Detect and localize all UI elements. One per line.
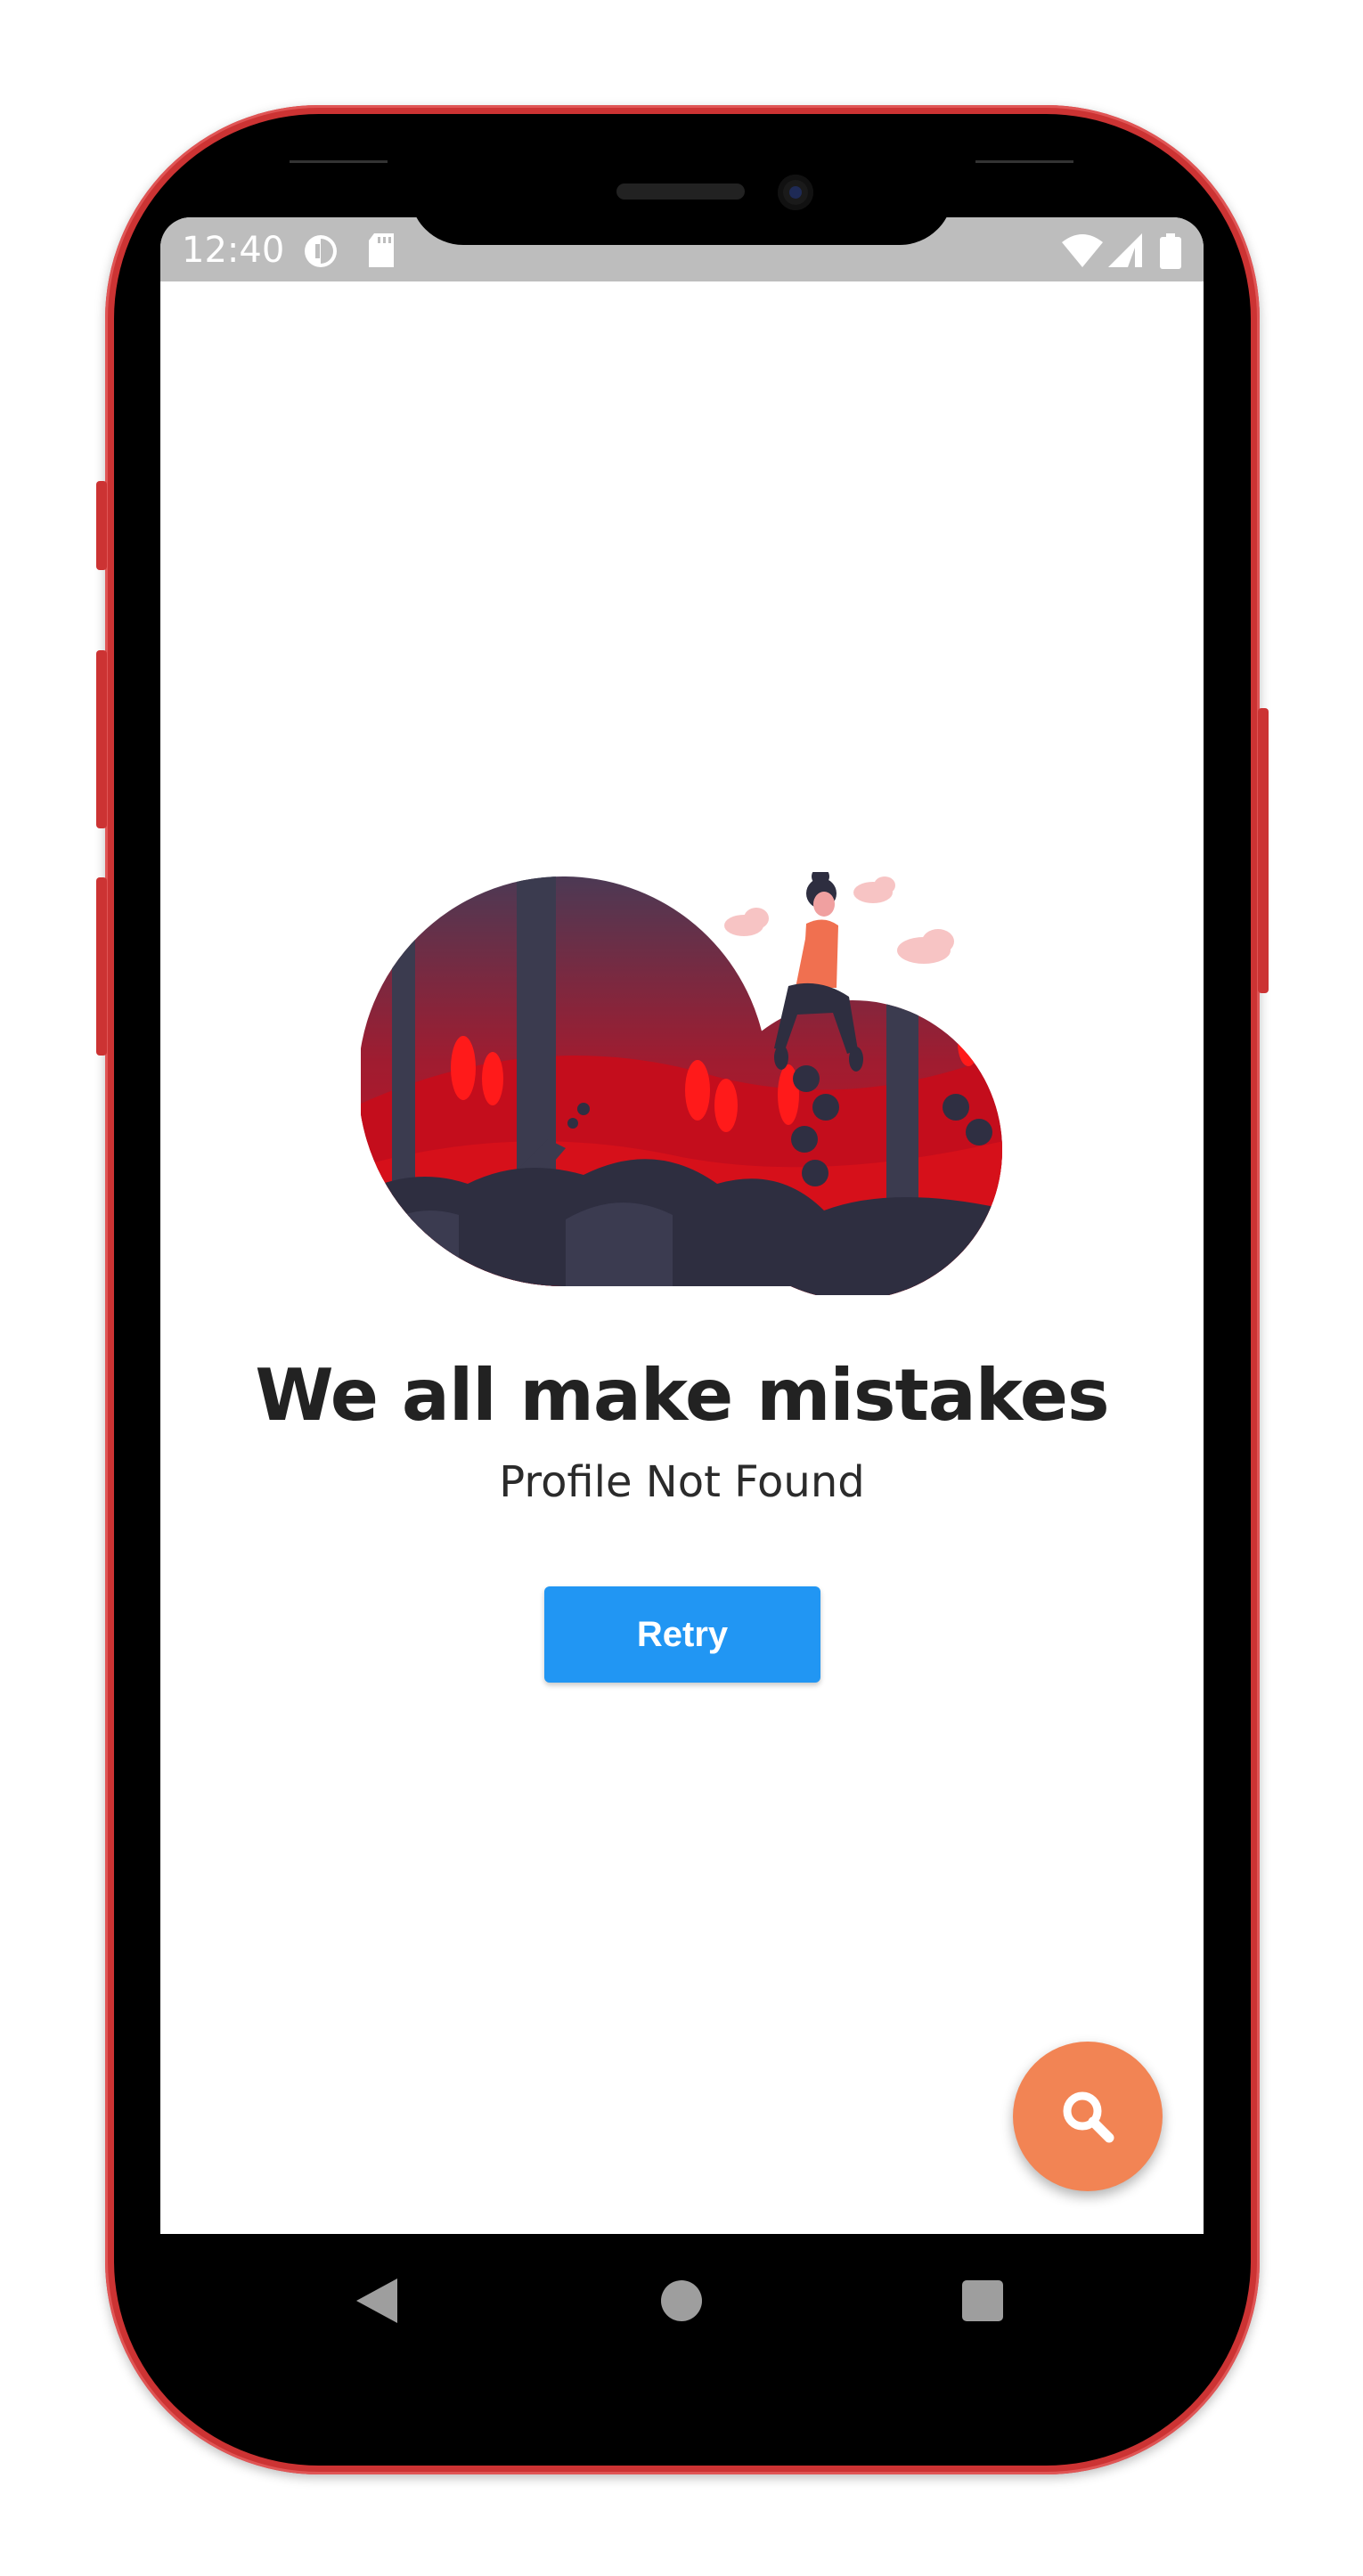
error-headline: We all make mistakes xyxy=(255,1354,1109,1437)
wifi-icon xyxy=(1062,234,1103,267)
error-illustration xyxy=(361,872,1002,1295)
side-button-volume-down xyxy=(96,877,107,1056)
home-icon[interactable] xyxy=(661,2280,702,2321)
sd-card-icon xyxy=(369,233,394,267)
antenna-line-right xyxy=(975,160,1073,163)
side-button-power xyxy=(1258,708,1269,993)
data-saver-icon xyxy=(305,235,337,267)
search-fab[interactable] xyxy=(1013,2042,1163,2191)
app-screen: 12:40 We all make mistakes Profile Not F… xyxy=(160,217,1204,2234)
side-button-mute xyxy=(96,481,107,570)
error-subtitle: Profile Not Found xyxy=(499,1457,865,1507)
signal-icon xyxy=(1108,233,1142,267)
antenna-line-left xyxy=(290,160,388,163)
battery-icon xyxy=(1160,233,1181,269)
front-camera xyxy=(778,175,813,210)
back-icon[interactable] xyxy=(356,2278,397,2323)
retry-button[interactable]: Retry xyxy=(544,1586,820,1683)
earpiece-speaker xyxy=(616,183,745,200)
recents-icon[interactable] xyxy=(962,2280,1003,2321)
navigation-bar xyxy=(160,2234,1204,2368)
status-time: 12:40 xyxy=(182,230,285,271)
side-button-volume-up xyxy=(96,650,107,828)
search-icon xyxy=(1063,2091,1114,2143)
